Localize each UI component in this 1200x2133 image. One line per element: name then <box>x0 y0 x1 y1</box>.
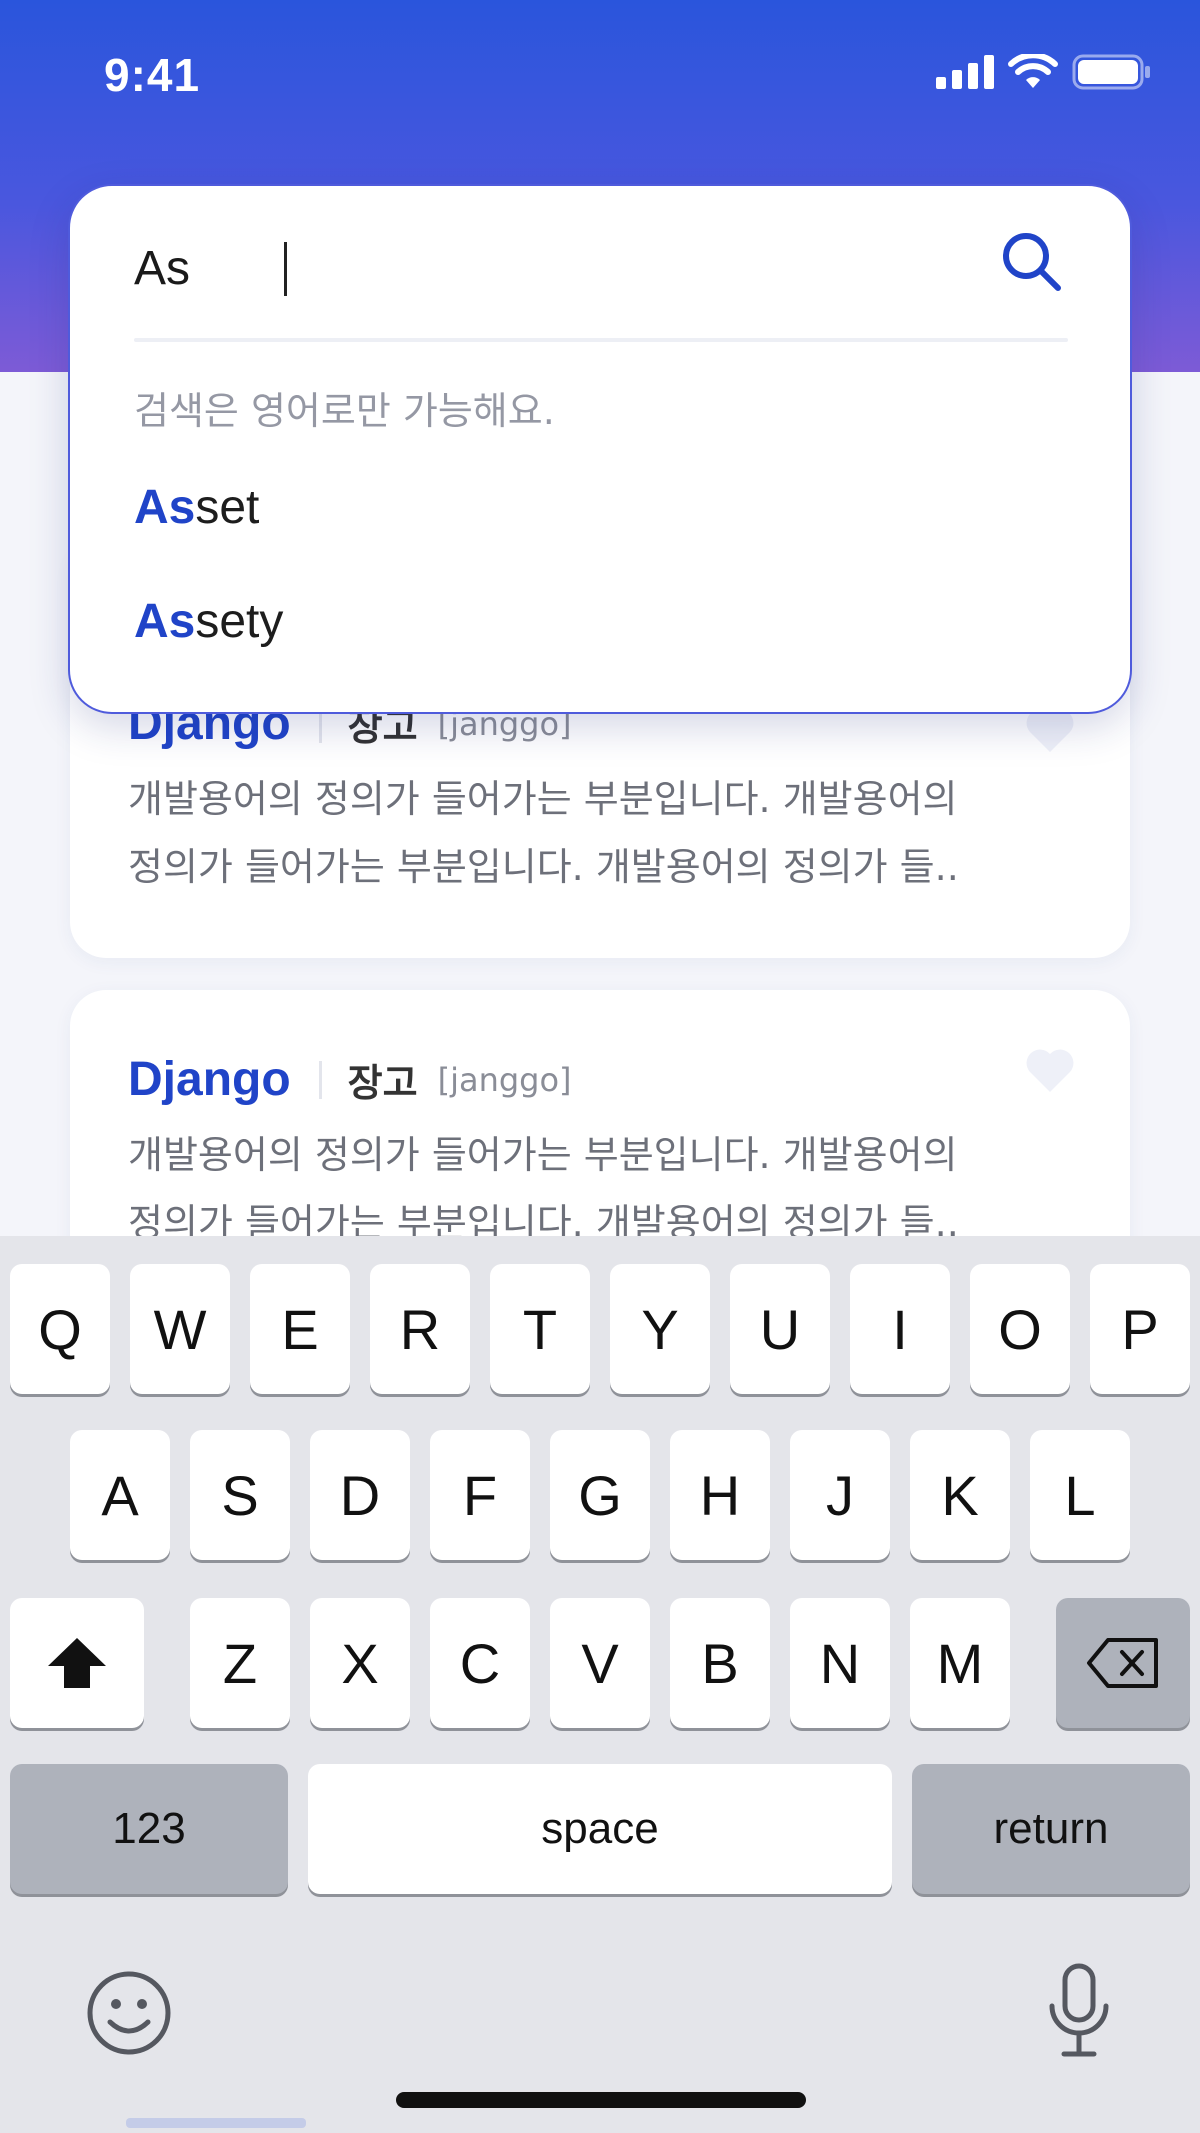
cellular-signal-icon <box>936 55 994 89</box>
battery-icon <box>1072 54 1150 90</box>
microphone-icon[interactable] <box>1044 1962 1114 2062</box>
text-caret <box>284 242 287 296</box>
key-w[interactable]: W <box>130 1264 230 1394</box>
search-hint: 검색은 영어로만 가능해요. <box>134 389 555 433</box>
key-n[interactable]: N <box>790 1598 890 1728</box>
key-y[interactable]: Y <box>610 1264 710 1394</box>
key-i[interactable]: I <box>850 1264 950 1394</box>
key-o[interactable]: O <box>970 1264 1070 1394</box>
suggestion-item[interactable]: Asset <box>134 480 259 535</box>
card-definition: 개발용어의 정의가 들어가는 부분입니다. 개발용어의 정의가 들어가는 부분입… <box>128 765 1078 901</box>
numbers-key[interactable]: 123 <box>10 1764 288 1894</box>
key-q[interactable]: Q <box>10 1264 110 1394</box>
status-icons <box>936 54 1152 90</box>
card-term: Django <box>128 1053 291 1106</box>
emoji-icon[interactable] <box>86 1970 172 2056</box>
status-time: 9:41 <box>104 49 201 101</box>
key-f[interactable]: F <box>430 1430 530 1560</box>
card-definition-line: 개발용어의 정의가 들어가는 부분입니다. 개발용어의 <box>128 777 958 821</box>
wifi-icon <box>1008 54 1058 88</box>
home-indicator <box>396 2092 806 2108</box>
key-u[interactable]: U <box>730 1264 830 1394</box>
search-input[interactable] <box>134 228 954 308</box>
heart-icon[interactable] <box>1024 1046 1076 1094</box>
search-divider <box>134 338 1068 342</box>
backspace-key[interactable] <box>1056 1598 1190 1728</box>
key-h[interactable]: H <box>670 1430 770 1560</box>
key-r[interactable]: R <box>370 1264 470 1394</box>
key-l[interactable]: L <box>1030 1430 1130 1560</box>
key-t[interactable]: T <box>490 1264 590 1394</box>
key-e[interactable]: E <box>250 1264 350 1394</box>
key-c[interactable]: C <box>430 1598 530 1728</box>
key-b[interactable]: B <box>670 1598 770 1728</box>
card-header: Django 장고 [janggo] <box>128 1052 1078 1107</box>
key-m[interactable]: M <box>910 1598 1010 1728</box>
card-pronunciation: [janggo] <box>437 1060 572 1099</box>
key-g[interactable]: G <box>550 1430 650 1560</box>
key-s[interactable]: S <box>190 1430 290 1560</box>
card-divider <box>318 1060 322 1099</box>
key-k[interactable]: K <box>910 1430 1010 1560</box>
suggestion-item[interactable]: Assety <box>134 594 283 649</box>
suggestion-rest: sety <box>195 595 284 648</box>
card-definition-line: 정의가 들어가는 부분입니다. 개발용어의 정의가 들.. <box>128 845 959 889</box>
card-korean: 장고 <box>347 1061 418 1105</box>
key-x[interactable]: X <box>310 1598 410 1728</box>
status-bar: 9:41 <box>0 0 1200 150</box>
card-definition-line: 개발용어의 정의가 들어가는 부분입니다. 개발용어의 <box>128 1133 958 1177</box>
suggestion-match: As <box>134 481 196 534</box>
suggestion-rest: set <box>195 481 260 534</box>
space-key[interactable]: space <box>308 1764 892 1894</box>
key-a[interactable]: A <box>70 1430 170 1560</box>
key-v[interactable]: V <box>550 1598 650 1728</box>
key-z[interactable]: Z <box>190 1598 290 1728</box>
key-d[interactable]: D <box>310 1430 410 1560</box>
suggestion-match: As <box>134 595 196 648</box>
shift-arrow-icon <box>48 1638 106 1688</box>
return-key[interactable]: return <box>912 1764 1190 1894</box>
backspace-icon <box>1087 1638 1158 1688</box>
shift-key[interactable] <box>10 1598 144 1728</box>
keyboard: Q W E R T Y U I O P A S D F G H J K L Z … <box>0 1236 1200 2133</box>
key-j[interactable]: J <box>790 1430 890 1560</box>
search-icon[interactable] <box>996 226 1068 298</box>
next-card-peek <box>126 2118 306 2128</box>
search-panel: 검색은 영어로만 가능해요. Asset Assety <box>68 184 1132 714</box>
key-p[interactable]: P <box>1090 1264 1190 1394</box>
